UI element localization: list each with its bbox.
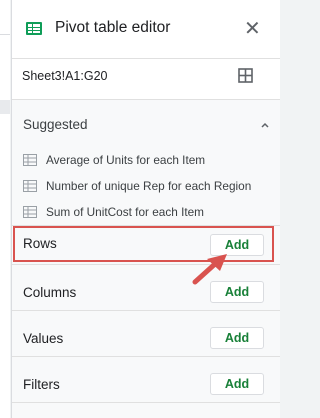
filters-label: Filters [23,377,60,392]
chevron-up-icon[interactable] [260,120,270,130]
close-icon[interactable]: ✕ [244,19,261,39]
select-range-grid-icon[interactable] [238,68,253,83]
data-range-field[interactable]: Sheet3!A1:G20 [12,59,280,100]
suggestion-label: Average of Units for each Item [46,153,206,167]
values-label: Values [23,331,64,346]
panel-title: Pivot table editor [55,19,171,36]
section-divider [12,402,280,403]
sheet-edge [0,0,10,418]
section-divider [12,264,280,265]
columns-label: Columns [23,285,77,300]
data-range-value: Sheet3!A1:G20 [22,69,108,83]
suggestion-item[interactable]: Number of unique Rep for each Region [23,179,273,197]
add-values-button[interactable]: Add [210,327,264,349]
pivot-table-icon [26,22,42,35]
section-divider [12,310,280,311]
table-icon [23,154,37,166]
suggestion-label: Sum of UnitCost for each Item [46,205,205,219]
pointer-arrow-icon [192,254,227,285]
add-filters-button[interactable]: Add [210,373,264,395]
table-icon [23,206,37,218]
sheet-edge-cell [0,100,10,114]
panel-header: Pivot table editor ✕ [12,0,280,59]
table-icon [23,180,37,192]
suggested-heading: Suggested [23,117,88,132]
suggestion-label: Number of unique Rep for each Region [46,179,252,193]
section-divider [12,356,280,357]
pivot-editor-panel: Pivot table editor ✕ Sheet3!A1:G20 Sugge… [11,0,280,418]
suggestion-item[interactable]: Average of Units for each Item [23,153,263,171]
suggestion-item[interactable]: Sum of UnitCost for each Item [23,205,263,223]
sheet-edge-line [0,34,10,35]
